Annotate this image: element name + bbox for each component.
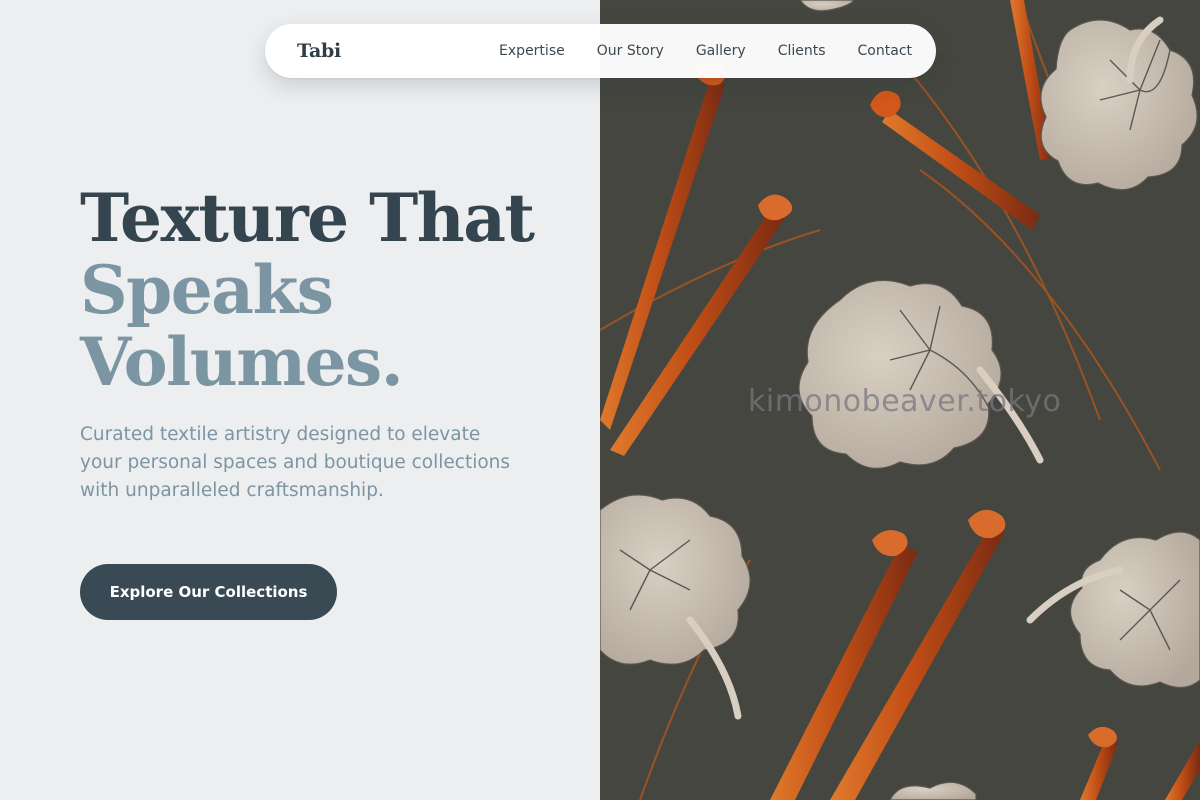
hero-title: Texture That Speaks Volumes. bbox=[80, 179, 535, 401]
hero-subtitle: Curated textile artistry designed to ele… bbox=[80, 424, 511, 501]
nav-link-gallery[interactable]: Gallery bbox=[696, 43, 746, 59]
watermark-text: kimonobeaver.tokyo bbox=[748, 384, 1062, 419]
nav-link-expertise[interactable]: Expertise bbox=[499, 43, 565, 59]
hero-title-line-3: Volumes. bbox=[80, 323, 404, 401]
nav-link-our-story[interactable]: Our Story bbox=[597, 43, 664, 59]
nav-link-clients[interactable]: Clients bbox=[778, 43, 826, 59]
nav-link-contact[interactable]: Contact bbox=[858, 43, 912, 59]
explore-collections-button[interactable]: Explore Our Collections bbox=[80, 564, 337, 620]
top-nav-bar: Tabi Expertise Our Story Gallery Clients… bbox=[265, 24, 936, 78]
hero-title-line-1: Texture That bbox=[80, 179, 535, 257]
brand-logo[interactable]: Tabi bbox=[297, 40, 341, 62]
nav-links: Expertise Our Story Gallery Clients Cont… bbox=[499, 43, 912, 59]
hero-title-line-2: Speaks bbox=[80, 251, 334, 329]
hero-fabric-image: kimonobeaver.tokyo bbox=[600, 0, 1200, 800]
